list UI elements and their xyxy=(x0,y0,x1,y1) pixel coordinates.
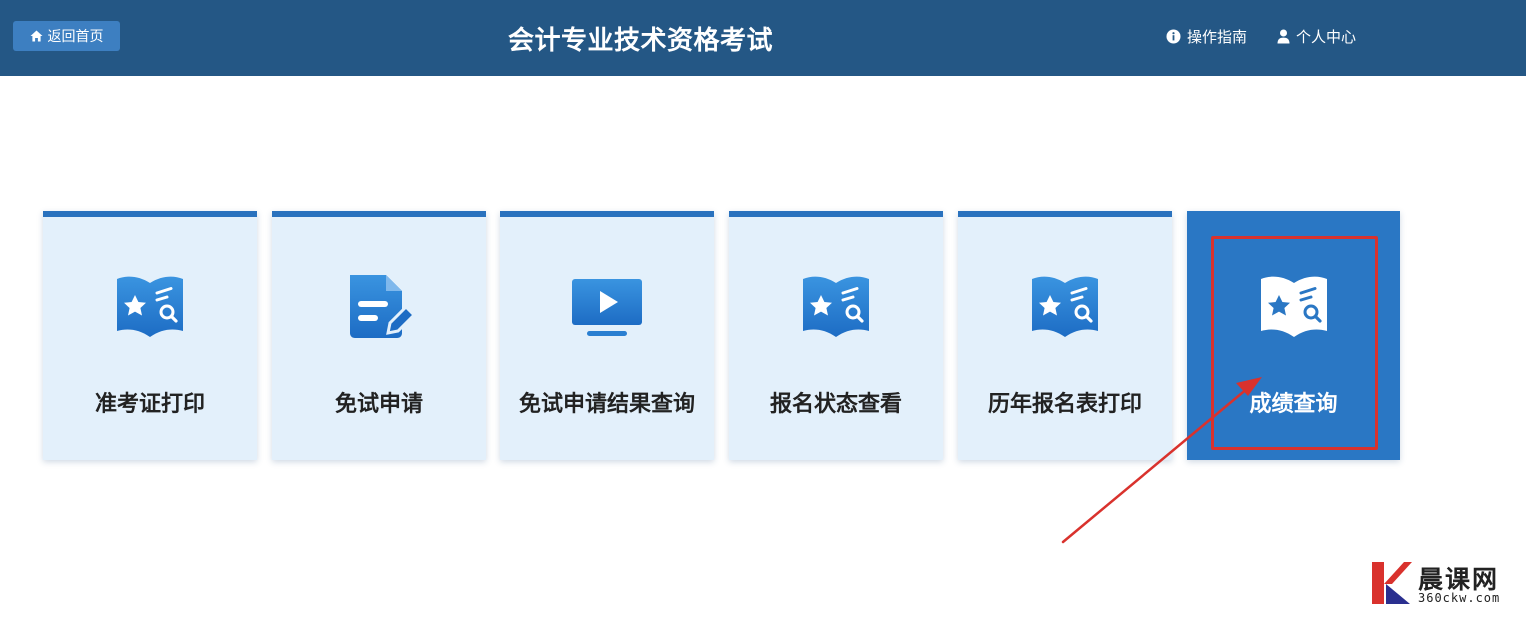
card-label: 准考证打印 xyxy=(94,392,205,417)
profile-link[interactable]: 个人中心 xyxy=(1277,24,1356,48)
watermark: 晨课网 360ckw.com xyxy=(1368,558,1518,608)
guide-link[interactable]: 操作指南 xyxy=(1166,24,1247,48)
card-label: 免试申请 xyxy=(334,392,423,417)
card-exemption-application[interactable]: 免试申请 xyxy=(272,211,486,460)
back-home-button[interactable]: 返回首页 xyxy=(13,21,120,51)
user-icon xyxy=(1277,29,1290,43)
card-accent-bar xyxy=(43,211,257,217)
card-admission-ticket-print[interactable]: 准考证打印 xyxy=(43,211,257,460)
card-label: 报名状态查看 xyxy=(769,392,902,417)
page-title: 会计专业技术资格考试 xyxy=(508,26,774,56)
watermark-url: 360ckw.com xyxy=(1418,591,1501,605)
card-label: 成绩查询 xyxy=(1249,392,1338,417)
card-accent-bar xyxy=(958,211,1172,217)
home-icon xyxy=(30,30,42,42)
book-star-search-icon xyxy=(1260,276,1327,337)
card-exemption-result-query[interactable]: 免试申请结果查询 xyxy=(500,211,714,460)
card-accent-bar xyxy=(729,211,943,217)
card-score-query[interactable]: 成绩查询 xyxy=(1187,211,1400,460)
guide-label: 操作指南 xyxy=(1187,27,1248,46)
top-header: 返回首页 会计专业技术资格考试 操作指南 个人中心 xyxy=(0,0,1526,76)
video-monitor-icon xyxy=(572,279,642,336)
document-edit-icon xyxy=(350,275,414,338)
back-home-label: 返回首页 xyxy=(47,29,104,45)
book-star-search-icon xyxy=(1032,276,1098,337)
card-label: 历年报名表打印 xyxy=(987,392,1142,417)
card-label: 免试申请结果查询 xyxy=(518,392,695,417)
book-star-search-icon xyxy=(803,276,869,337)
card-registration-status[interactable]: 报名状态查看 xyxy=(729,211,943,460)
k-logo-icon xyxy=(1372,562,1412,604)
card-accent-bar xyxy=(272,211,486,217)
card-accent-bar xyxy=(500,211,714,217)
card-past-registration-print[interactable]: 历年报名表打印 xyxy=(958,211,1172,460)
profile-label: 个人中心 xyxy=(1296,27,1357,46)
book-star-search-icon xyxy=(117,276,183,337)
info-icon xyxy=(1166,29,1181,43)
